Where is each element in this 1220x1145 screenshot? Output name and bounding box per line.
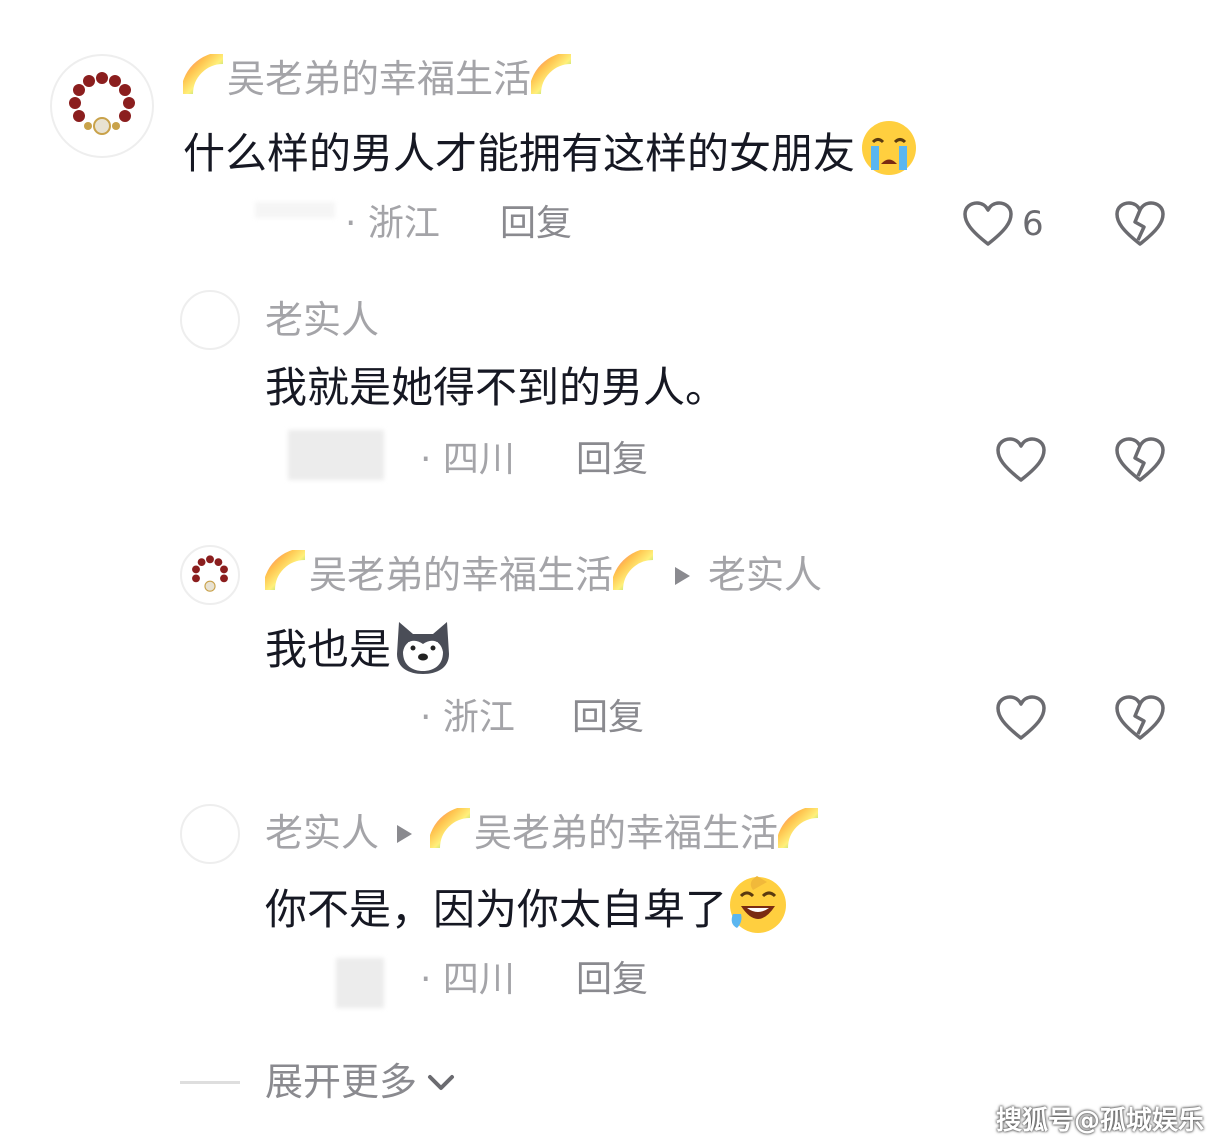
rainbow-icon xyxy=(613,550,654,591)
avatar-blank[interactable] xyxy=(180,804,240,864)
expand-more-button[interactable]: 展开更多 xyxy=(265,1058,459,1106)
reply-arrow-icon xyxy=(675,566,691,585)
comment-username[interactable]: 老实人 xyxy=(265,296,379,344)
comment-text-body: 我也是 xyxy=(265,625,392,674)
reply-to-username[interactable]: 老实人 xyxy=(708,553,822,597)
comment-location: · 四川 xyxy=(420,439,515,480)
username-text: 吴老弟的幸福生活 xyxy=(227,57,532,101)
comment-text-body: 你不是，因为你太自卑了 xyxy=(265,885,728,934)
rainbow-icon xyxy=(778,808,819,849)
watermark: 搜狐号@孤城娱乐 xyxy=(996,1106,1205,1136)
comment-username[interactable]: 吴老弟的幸福生活 老实人 xyxy=(265,550,822,599)
reply-button[interactable]: 回复 xyxy=(576,438,648,482)
broken-heart-icon xyxy=(1115,437,1165,482)
chevron-down-icon xyxy=(428,1075,455,1090)
broken-heart-icon xyxy=(1115,695,1165,740)
divider xyxy=(180,1081,240,1084)
reply-button[interactable]: 回复 xyxy=(576,958,648,1002)
like-count: 6 xyxy=(1022,204,1044,244)
rainbow-icon xyxy=(531,54,572,95)
rolling-laughing-face-icon xyxy=(730,876,787,933)
rainbow-icon xyxy=(183,54,224,95)
heart-outline-icon xyxy=(963,201,1013,246)
rainbow-icon xyxy=(430,808,471,849)
blurred-timestamp xyxy=(255,202,335,218)
heart-outline-icon xyxy=(996,437,1046,482)
reply-button[interactable]: 回复 xyxy=(500,202,572,246)
blurred-timestamp xyxy=(336,958,384,1008)
husky-dog-face-icon xyxy=(397,622,450,674)
comment-text: 我就是她得不到的男人。 xyxy=(265,363,728,412)
username-text: 吴老弟的幸福生活 xyxy=(309,553,614,597)
dislike-button[interactable] xyxy=(1114,432,1166,488)
avatar-blank[interactable] xyxy=(180,290,240,350)
avatar-bracelet[interactable] xyxy=(180,545,240,605)
crying-face-icon xyxy=(862,121,917,175)
like-button[interactable] xyxy=(995,432,1047,488)
broken-heart-icon xyxy=(1115,201,1165,246)
expand-more-label: 展开更多 xyxy=(265,1060,418,1104)
comment-location: · 四川 xyxy=(420,959,515,1000)
like-button[interactable]: 6 xyxy=(962,196,1044,252)
username-text: 老实人 xyxy=(265,811,380,855)
comment-text-body: 什么样的男人才能拥有这样的女朋友 xyxy=(183,129,856,178)
dislike-button[interactable] xyxy=(1114,196,1166,252)
reply-to-username[interactable]: 吴老弟的幸福生活 xyxy=(474,811,778,855)
like-button[interactable] xyxy=(995,690,1047,746)
dislike-button[interactable] xyxy=(1114,690,1166,746)
reply-arrow-icon xyxy=(397,824,413,843)
comment-username[interactable]: 老实人 吴老弟的幸福生活 xyxy=(265,808,822,857)
comment-username[interactable]: 吴老弟的幸福生活 xyxy=(183,54,575,103)
rainbow-icon xyxy=(265,550,306,591)
avatar-bracelet[interactable] xyxy=(50,54,154,158)
comment-text: 你不是，因为你太自卑了 xyxy=(265,874,789,938)
reply-button[interactable]: 回复 xyxy=(572,696,644,740)
comment-text: 什么样的男人才能拥有这样的女朋友 xyxy=(183,118,919,182)
blurred-timestamp xyxy=(288,430,384,480)
comment-location: · 浙江 xyxy=(345,203,440,244)
comment-location: · 浙江 xyxy=(420,697,515,738)
heart-outline-icon xyxy=(996,695,1046,740)
comment-text: 我也是 xyxy=(265,614,455,678)
